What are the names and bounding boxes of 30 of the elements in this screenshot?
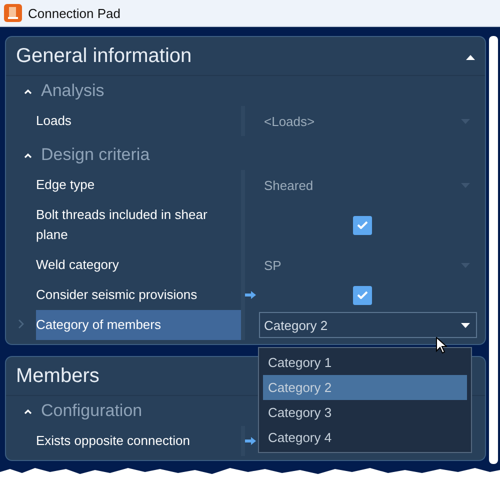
- section-title: Configuration: [41, 401, 142, 421]
- collapse-caret-icon: [466, 55, 475, 60]
- property-label: Bolt threads included in shear plane: [36, 206, 208, 244]
- panel-title: General information: [16, 44, 192, 68]
- chevron-icon[interactable]: [24, 152, 32, 158]
- app-logo-icon: [4, 4, 22, 22]
- chevron-icon[interactable]: [24, 88, 32, 94]
- checkmark-icon: [356, 291, 368, 299]
- section-title: Analysis: [41, 81, 104, 101]
- window-title: Connection Pad: [28, 6, 121, 20]
- property-label: Consider seismic provisions: [36, 286, 198, 304]
- section-title: Design criteria: [41, 145, 150, 165]
- panel-title: Members: [16, 364, 100, 388]
- checkbox[interactable]: [352, 216, 372, 234]
- dropdown-option[interactable]: Category 3: [263, 400, 467, 425]
- property-label: Category of members: [36, 310, 241, 340]
- chevron-right-icon: [18, 319, 24, 329]
- scrollbar[interactable]: [489, 36, 498, 464]
- property-label: Loads: [36, 112, 72, 130]
- dropdown-option[interactable]: Category 1: [263, 350, 467, 375]
- property-label: Edge type: [36, 176, 96, 194]
- dropdown-option[interactable]: Category 4: [263, 425, 467, 450]
- property-label: Weld category: [36, 256, 120, 274]
- caret-icon: [461, 322, 470, 328]
- checkbox[interactable]: [352, 286, 372, 304]
- chevron-icon[interactable]: [24, 408, 32, 414]
- checkmark-icon: [356, 221, 368, 229]
- dropdown-field[interactable]: Category 2: [259, 312, 477, 338]
- property-label: Exists opposite connection: [36, 432, 191, 450]
- mouse-pointer-icon: [436, 337, 447, 354]
